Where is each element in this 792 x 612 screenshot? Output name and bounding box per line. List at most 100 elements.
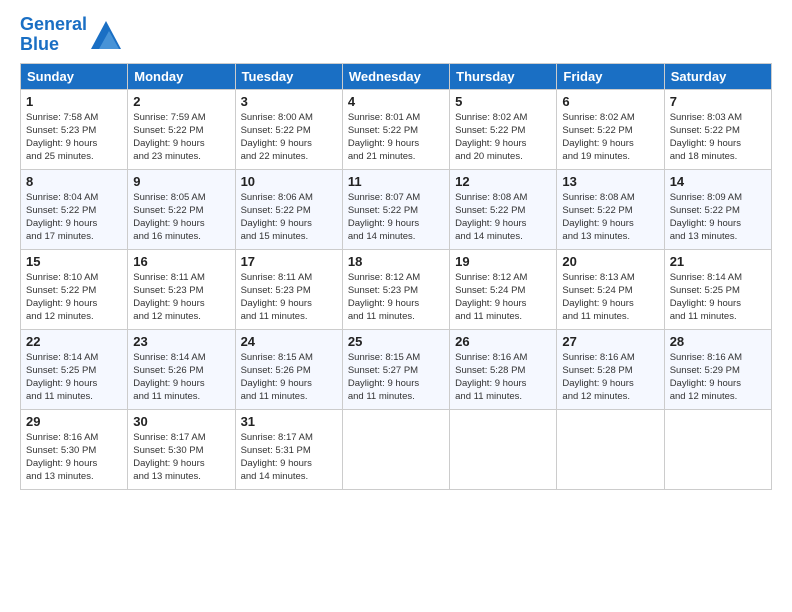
calendar-cell: 30 Sunrise: 8:17 AMSunset: 5:30 PMDayligh…	[128, 409, 235, 489]
day-number: 15	[26, 254, 122, 269]
calendar-week-5: 29Sunrise: 8:16 AMSunset: 5:30 PMDayligh…	[21, 409, 772, 489]
day-number: 2	[133, 94, 229, 109]
day-number: 22	[26, 334, 122, 349]
calendar-table: SundayMondayTuesdayWednesdayThursdayFrid…	[20, 63, 772, 490]
calendar-cell: 11 Sunrise: 8:07 AMSunset: 5:22 PMDayligh…	[342, 169, 449, 249]
calendar-cell: 17 Sunrise: 8:11 AMSunset: 5:23 PMDayligh…	[235, 249, 342, 329]
day-info: Sunrise: 8:08 AMSunset: 5:22 PMDaylight:…	[562, 191, 658, 244]
calendar-cell: 26 Sunrise: 8:16 AMSunset: 5:28 PMDayligh…	[450, 329, 557, 409]
day-number: 13	[562, 174, 658, 189]
day-number: 1	[26, 94, 122, 109]
day-info: Sunrise: 8:16 AMSunset: 5:28 PMDaylight:…	[455, 351, 551, 404]
day-info: Sunrise: 8:02 AMSunset: 5:22 PMDaylight:…	[455, 111, 551, 164]
calendar-cell: 14 Sunrise: 8:09 AMSunset: 5:22 PMDayligh…	[664, 169, 771, 249]
day-info: Sunrise: 8:14 AMSunset: 5:26 PMDaylight:…	[133, 351, 229, 404]
calendar-cell: 16 Sunrise: 8:11 AMSunset: 5:23 PMDayligh…	[128, 249, 235, 329]
calendar-cell: 27 Sunrise: 8:16 AMSunset: 5:28 PMDayligh…	[557, 329, 664, 409]
day-header-saturday: Saturday	[664, 63, 771, 89]
calendar-cell: 18 Sunrise: 8:12 AMSunset: 5:23 PMDayligh…	[342, 249, 449, 329]
day-info: Sunrise: 8:10 AMSunset: 5:22 PMDaylight:…	[26, 271, 122, 324]
day-number: 16	[133, 254, 229, 269]
day-header-monday: Monday	[128, 63, 235, 89]
day-number: 18	[348, 254, 444, 269]
calendar-cell	[557, 409, 664, 489]
day-number: 17	[241, 254, 337, 269]
day-number: 6	[562, 94, 658, 109]
logo-blue: Blue	[20, 34, 59, 54]
day-info: Sunrise: 8:12 AMSunset: 5:23 PMDaylight:…	[348, 271, 444, 324]
day-info: Sunrise: 8:14 AMSunset: 5:25 PMDaylight:…	[670, 271, 766, 324]
logo-text: General Blue	[20, 15, 87, 55]
calendar-cell: 31Sunrise: 8:17 AMSunset: 5:31 PMDayligh…	[235, 409, 342, 489]
calendar-cell	[450, 409, 557, 489]
day-info: Sunrise: 8:01 AMSunset: 5:22 PMDaylight:…	[348, 111, 444, 164]
day-number: 8	[26, 174, 122, 189]
calendar-cell: 7Sunrise: 8:03 AMSunset: 5:22 PMDaylight…	[664, 89, 771, 169]
calendar-cell: 20Sunrise: 8:13 AMSunset: 5:24 PMDayligh…	[557, 249, 664, 329]
day-info: Sunrise: 8:14 AMSunset: 5:25 PMDaylight:…	[26, 351, 122, 404]
calendar-cell: 3 Sunrise: 8:00 AMSunset: 5:22 PMDaylight…	[235, 89, 342, 169]
day-header-friday: Friday	[557, 63, 664, 89]
day-info: Sunrise: 8:00 AMSunset: 5:22 PMDaylight:…	[241, 111, 337, 164]
calendar-cell: 8 Sunrise: 8:04 AMSunset: 5:22 PMDaylight…	[21, 169, 128, 249]
day-info: Sunrise: 8:04 AMSunset: 5:22 PMDaylight:…	[26, 191, 122, 244]
calendar-cell	[342, 409, 449, 489]
calendar-cell: 24 Sunrise: 8:15 AMSunset: 5:26 PMDayligh…	[235, 329, 342, 409]
calendar-cell: 25 Sunrise: 8:15 AMSunset: 5:27 PMDayligh…	[342, 329, 449, 409]
calendar-week-3: 15 Sunrise: 8:10 AMSunset: 5:22 PMDayligh…	[21, 249, 772, 329]
calendar-cell: 5 Sunrise: 8:02 AMSunset: 5:22 PMDaylight…	[450, 89, 557, 169]
calendar-header-row: SundayMondayTuesdayWednesdayThursdayFrid…	[21, 63, 772, 89]
day-number: 4	[348, 94, 444, 109]
calendar-cell: 12Sunrise: 8:08 AMSunset: 5:22 PMDayligh…	[450, 169, 557, 249]
day-info: Sunrise: 8:15 AMSunset: 5:26 PMDaylight:…	[241, 351, 337, 404]
day-header-wednesday: Wednesday	[342, 63, 449, 89]
calendar-cell: 29Sunrise: 8:16 AMSunset: 5:30 PMDayligh…	[21, 409, 128, 489]
day-number: 5	[455, 94, 551, 109]
day-number: 28	[670, 334, 766, 349]
day-info: Sunrise: 8:11 AMSunset: 5:23 PMDaylight:…	[133, 271, 229, 324]
day-number: 31	[241, 414, 337, 429]
calendar-cell: 10Sunrise: 8:06 AMSunset: 5:22 PMDayligh…	[235, 169, 342, 249]
day-number: 3	[241, 94, 337, 109]
logo-icon	[91, 21, 121, 49]
day-number: 19	[455, 254, 551, 269]
day-number: 24	[241, 334, 337, 349]
day-info: Sunrise: 8:17 AMSunset: 5:30 PMDaylight:…	[133, 431, 229, 484]
logo: General Blue	[20, 15, 121, 55]
day-info: Sunrise: 8:06 AMSunset: 5:22 PMDaylight:…	[241, 191, 337, 244]
calendar-week-4: 22 Sunrise: 8:14 AMSunset: 5:25 PMDayligh…	[21, 329, 772, 409]
calendar-cell: 9Sunrise: 8:05 AMSunset: 5:22 PMDaylight…	[128, 169, 235, 249]
day-info: Sunrise: 8:03 AMSunset: 5:22 PMDaylight:…	[670, 111, 766, 164]
day-number: 30	[133, 414, 229, 429]
day-info: Sunrise: 8:02 AMSunset: 5:22 PMDaylight:…	[562, 111, 658, 164]
calendar-cell: 19Sunrise: 8:12 AMSunset: 5:24 PMDayligh…	[450, 249, 557, 329]
calendar-cell: 28Sunrise: 8:16 AMSunset: 5:29 PMDayligh…	[664, 329, 771, 409]
logo-general: General	[20, 14, 87, 34]
day-info: Sunrise: 7:59 AMSunset: 5:22 PMDaylight:…	[133, 111, 229, 164]
day-number: 9	[133, 174, 229, 189]
day-number: 27	[562, 334, 658, 349]
day-number: 23	[133, 334, 229, 349]
day-info: Sunrise: 8:16 AMSunset: 5:28 PMDaylight:…	[562, 351, 658, 404]
day-info: Sunrise: 8:13 AMSunset: 5:24 PMDaylight:…	[562, 271, 658, 324]
calendar-cell: 23 Sunrise: 8:14 AMSunset: 5:26 PMDayligh…	[128, 329, 235, 409]
calendar-week-2: 8 Sunrise: 8:04 AMSunset: 5:22 PMDaylight…	[21, 169, 772, 249]
day-header-thursday: Thursday	[450, 63, 557, 89]
day-header-sunday: Sunday	[21, 63, 128, 89]
day-info: Sunrise: 8:09 AMSunset: 5:22 PMDaylight:…	[670, 191, 766, 244]
day-info: Sunrise: 8:15 AMSunset: 5:27 PMDaylight:…	[348, 351, 444, 404]
day-number: 26	[455, 334, 551, 349]
day-header-tuesday: Tuesday	[235, 63, 342, 89]
day-number: 14	[670, 174, 766, 189]
calendar-week-1: 1Sunrise: 7:58 AMSunset: 5:23 PMDaylight…	[21, 89, 772, 169]
calendar-cell: 6 Sunrise: 8:02 AMSunset: 5:22 PMDaylight…	[557, 89, 664, 169]
day-number: 11	[348, 174, 444, 189]
day-info: Sunrise: 8:11 AMSunset: 5:23 PMDaylight:…	[241, 271, 337, 324]
day-info: Sunrise: 8:07 AMSunset: 5:22 PMDaylight:…	[348, 191, 444, 244]
day-number: 25	[348, 334, 444, 349]
calendar-cell: 13 Sunrise: 8:08 AMSunset: 5:22 PMDayligh…	[557, 169, 664, 249]
day-number: 29	[26, 414, 122, 429]
calendar-cell: 15 Sunrise: 8:10 AMSunset: 5:22 PMDayligh…	[21, 249, 128, 329]
header: General Blue	[20, 15, 772, 55]
page-container: General Blue SundayMondayTuesdayWednesda…	[0, 0, 792, 500]
